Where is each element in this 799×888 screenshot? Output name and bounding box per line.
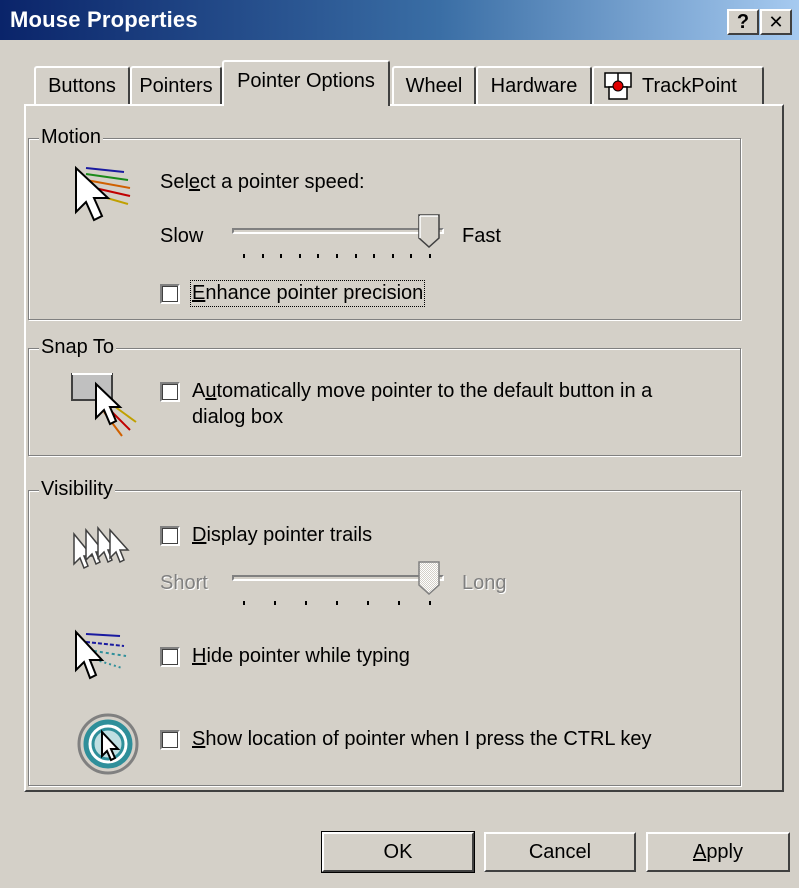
pointer-trails-label[interactable]: Display pointer trails (192, 524, 372, 547)
apply-label: Apply (692, 840, 744, 863)
motion-group-label: Motion (39, 126, 104, 149)
slider-tick (243, 254, 245, 258)
tab-label: Hardware (490, 74, 578, 97)
slider-tick (261, 254, 264, 258)
trackpoint-icon (604, 72, 632, 100)
tab-wheel[interactable]: Wheel (392, 66, 476, 104)
hide-pointer-label[interactable]: Hide pointer while typing (192, 645, 410, 668)
tab-hardware[interactable]: Hardware (476, 66, 592, 104)
slider-tick (429, 254, 431, 258)
slider-tick (243, 601, 245, 605)
snap-to-label[interactable]: Automatically move pointer to the defaul… (192, 380, 652, 403)
pointer-trails-icon (73, 525, 130, 570)
snap-to-checkbox[interactable] (160, 382, 180, 402)
help-icon: ? (736, 11, 750, 33)
slider-tick (274, 601, 276, 605)
tab-label: Pointers (139, 74, 213, 97)
slider-tick (336, 601, 338, 605)
pointer-speed-icon (75, 165, 131, 222)
hide-pointer-checkbox[interactable] (160, 647, 180, 667)
tab-label: Pointer Options (237, 69, 375, 92)
ok-label: OK (383, 840, 413, 863)
slow-label: Slow (160, 225, 204, 247)
tab-strip: Buttons Pointers Pointer Options Wheel H… (26, 60, 786, 106)
slider-tick (317, 254, 320, 258)
hide-pointer-icon (75, 629, 127, 680)
tab-trackpoint[interactable]: TrackPoint (592, 66, 764, 104)
enhance-precision-checkbox[interactable] (160, 284, 180, 304)
trail-length-slider-track[interactable] (232, 575, 444, 581)
pointer-speed-label: Select a pointer speed: (160, 171, 365, 193)
fast-label: Fast (462, 225, 501, 247)
slider-tick (367, 601, 369, 605)
cancel-button[interactable]: Cancel (484, 832, 636, 872)
close-icon: ✕ (768, 12, 784, 32)
visibility-group-label: Visibility (39, 478, 115, 501)
snap-to-group-label: Snap To (39, 336, 117, 359)
show-location-label[interactable]: Show location of pointer when I press th… (192, 728, 652, 751)
cancel-label: Cancel (528, 840, 592, 863)
long-label: Long (462, 572, 507, 594)
slider-tick (298, 254, 301, 258)
window-title: Mouse Properties (10, 7, 198, 32)
show-location-icon (77, 713, 139, 775)
tab-label: Buttons (48, 74, 116, 97)
short-label: Short (160, 572, 208, 594)
close-button[interactable]: ✕ (760, 9, 792, 35)
enhance-precision-label[interactable]: Enhance pointer precision (189, 280, 426, 307)
tab-pointer-options[interactable]: Pointer Options (222, 60, 390, 106)
slider-tick (429, 601, 431, 605)
slider-tick (354, 254, 357, 258)
ok-button[interactable]: OK (321, 831, 475, 873)
tab-label: TrackPoint (642, 74, 737, 97)
snap-to-label-line2[interactable]: dialog box (192, 406, 283, 429)
slider-tick (391, 254, 394, 258)
snap-to-icon (71, 373, 137, 437)
slider-tick (373, 254, 376, 258)
slider-tick (410, 254, 413, 258)
apply-button[interactable]: Apply (646, 832, 790, 872)
pointer-trails-checkbox[interactable] (160, 526, 180, 546)
tab-label: Wheel (405, 74, 463, 97)
title-bar[interactable]: Mouse Properties ? ✕ (0, 0, 799, 40)
slider-tick (336, 254, 338, 258)
speed-slider-track[interactable] (232, 228, 444, 234)
speed-slider-thumb[interactable] (418, 214, 440, 248)
show-location-checkbox[interactable] (160, 730, 180, 750)
trail-length-slider-thumb[interactable] (418, 561, 440, 595)
slider-tick (305, 601, 307, 605)
tab-buttons[interactable]: Buttons (34, 66, 130, 104)
help-button[interactable]: ? (727, 9, 759, 35)
slider-tick (398, 601, 400, 605)
slider-tick (280, 254, 283, 258)
tab-pointers[interactable]: Pointers (130, 66, 222, 104)
